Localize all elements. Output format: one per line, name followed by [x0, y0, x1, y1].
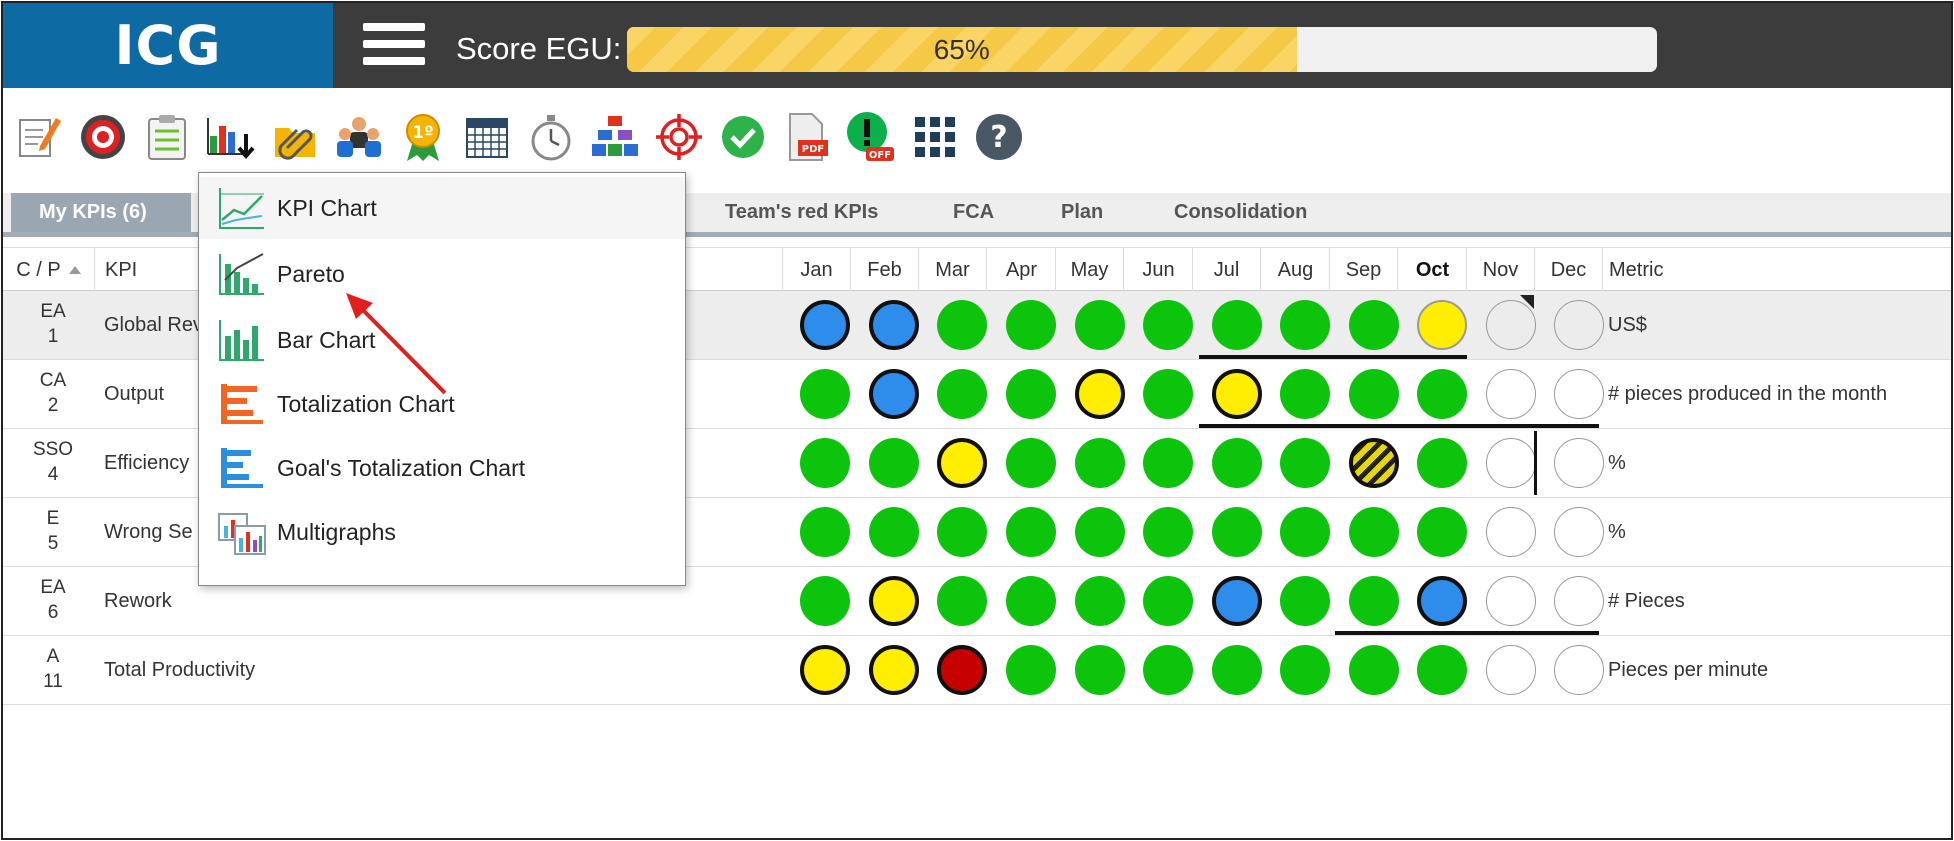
annotation-arrow	[346, 293, 447, 395]
app-window: ICG Score EGU: 65% 1º PDF OFF ? My KPIs …	[1, 1, 1953, 840]
